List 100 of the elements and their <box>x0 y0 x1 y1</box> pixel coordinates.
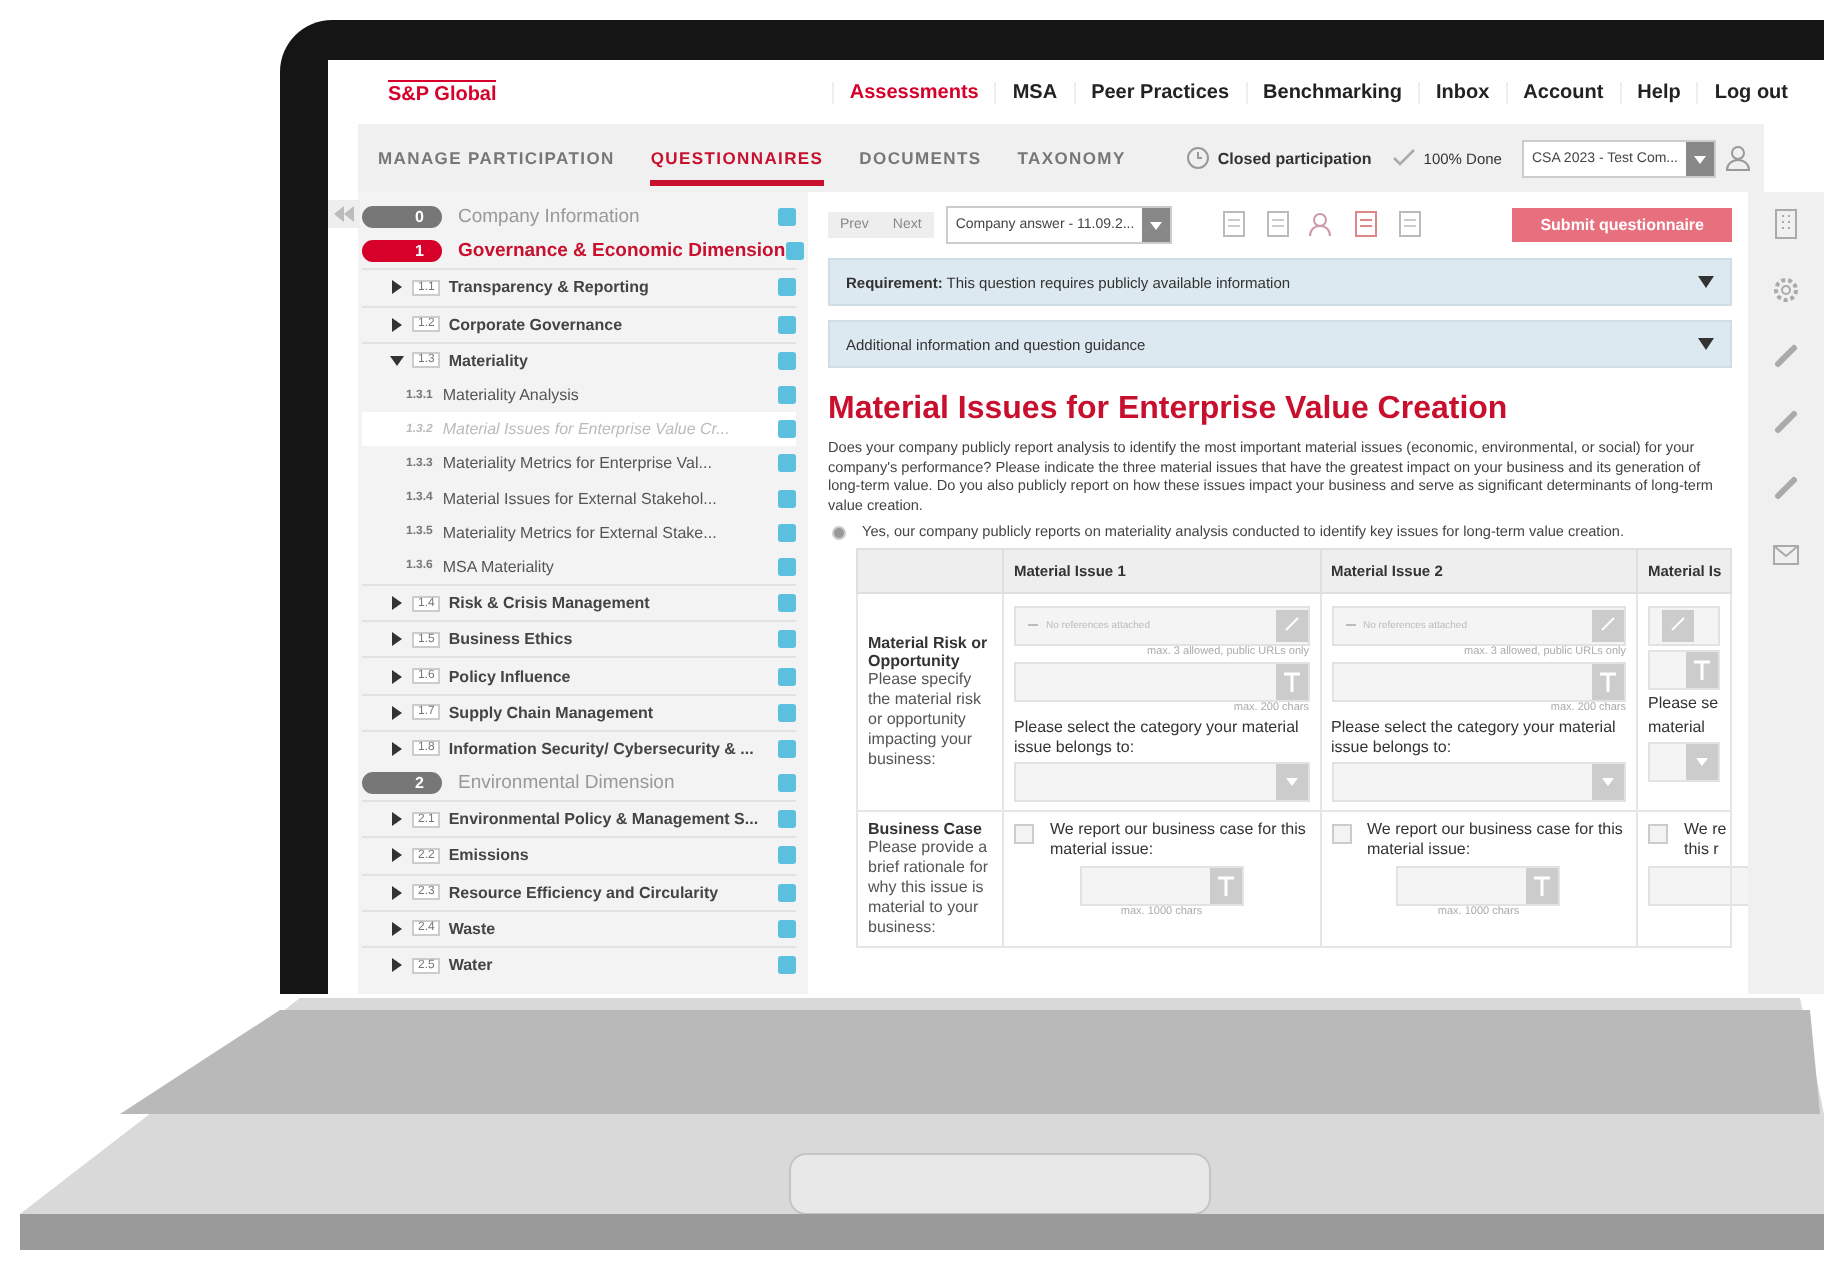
collapsed-triangle-icon <box>390 317 404 332</box>
status-square-icon <box>778 956 796 975</box>
collapse-icon[interactable] <box>334 206 354 222</box>
edit-document-icon[interactable] <box>1220 210 1249 238</box>
company-logo[interactable]: S&P Global <box>388 79 497 105</box>
category-select[interactable] <box>1648 741 1720 781</box>
dropdown-caret-icon <box>1686 743 1718 779</box>
tab[interactable]: TAXONOMY <box>1017 130 1126 186</box>
dimension-number-badge[interactable]: 0 <box>362 206 442 229</box>
status-square-icon <box>778 315 796 334</box>
tab[interactable]: QUESTIONNAIRES <box>650 130 824 186</box>
status-square-icon <box>778 351 796 370</box>
text-field[interactable] <box>1648 649 1720 689</box>
status-square-icon <box>778 667 796 686</box>
nav-link[interactable]: Log out <box>1696 81 1804 103</box>
radio-button[interactable] <box>832 526 846 540</box>
expand-caret-icon <box>1698 338 1714 350</box>
status-square-icon <box>778 919 796 938</box>
reference-field[interactable] <box>1648 605 1720 645</box>
text-field[interactable] <box>1014 661 1309 701</box>
expand-caret-icon <box>1698 276 1714 288</box>
dropdown-caret-icon <box>1686 141 1714 175</box>
row-title: Business Case <box>868 819 984 837</box>
field-label: material <box>1648 717 1707 737</box>
nav-link[interactable]: Peer Practices <box>1073 81 1246 103</box>
text-format-icon[interactable] <box>1686 651 1718 687</box>
export-document-icon[interactable] <box>1264 210 1293 238</box>
check-icon <box>1391 146 1416 170</box>
row-description: Please provide a brief rationale for why this issue is material to your business: <box>868 837 991 937</box>
text-format-icon[interactable] <box>1275 663 1307 699</box>
text-format-icon[interactable] <box>1209 867 1242 903</box>
text-format-icon[interactable] <box>1592 663 1624 699</box>
settings-icon[interactable] <box>1770 274 1802 306</box>
status-square-icon <box>778 703 796 722</box>
checkbox-label: this r <box>1684 839 1721 859</box>
category-select[interactable] <box>1014 761 1309 801</box>
checkbox[interactable] <box>1331 823 1351 843</box>
row-description: Please specify the material risk or opportunity impacting your business: <box>868 669 983 769</box>
expanded-triangle-icon <box>390 353 404 368</box>
dimension-number-badge[interactable]: 2 <box>362 772 442 795</box>
collapsed-triangle-icon <box>390 632 404 647</box>
collapsed-triangle-icon <box>390 596 404 611</box>
collapsed-triangle-icon <box>390 848 404 863</box>
question-title: Material Issues for Enterprise Value Creation <box>828 392 1510 428</box>
status-square-icon <box>778 278 796 297</box>
nav-link[interactable]: Help <box>1619 81 1697 103</box>
dimension-item[interactable]: Governance & Economic Dimension <box>458 240 786 263</box>
checkbox[interactable] <box>1014 823 1034 843</box>
document-icon[interactable] <box>1396 210 1425 238</box>
collapsed-triangle-icon <box>390 705 404 720</box>
collapsed-triangle-icon <box>390 921 404 936</box>
user-icon[interactable] <box>1724 144 1752 172</box>
participation-status: Closed participation <box>1217 149 1372 167</box>
status-square-icon <box>778 594 796 613</box>
nav-link[interactable]: Inbox <box>1418 81 1506 103</box>
checkbox-label: We re <box>1684 819 1727 839</box>
collapsed-triangle-icon <box>390 812 404 827</box>
building-icon[interactable] <box>1770 208 1802 240</box>
status-square-icon <box>778 420 796 439</box>
clock-icon <box>1185 146 1210 170</box>
nav-link[interactable]: Benchmarking <box>1245 81 1418 103</box>
text-field[interactable] <box>1331 661 1626 701</box>
collapsed-triangle-icon <box>390 741 404 756</box>
status-square-icon <box>778 208 796 227</box>
status-square-icon <box>778 883 796 902</box>
collapsed-triangle-icon <box>390 280 404 295</box>
text-field[interactable] <box>1396 865 1561 905</box>
status-square-icon <box>778 386 796 405</box>
status-square-icon <box>778 454 796 473</box>
collapsed-triangle-icon <box>390 669 404 684</box>
collapsed-triangle-icon <box>390 958 404 973</box>
nav-link[interactable]: Account <box>1505 81 1620 103</box>
dimension-number-badge[interactable]: 1 <box>362 240 442 263</box>
status-square-icon <box>785 242 804 261</box>
status-square-icon <box>778 739 796 758</box>
dropdown-caret-icon <box>1592 763 1624 799</box>
tab[interactable]: MANAGE PARTICIPATION <box>378 130 615 186</box>
checkbox-label: We report our business case for this material issue: <box>1050 819 1308 859</box>
field-label: Please select the category your material issue belongs to: <box>1014 717 1301 757</box>
field-label: Please select the category your material issue belongs to: <box>1331 717 1618 757</box>
checkbox[interactable] <box>1648 823 1668 843</box>
row-title: Material Risk or Opportunity <box>868 633 990 669</box>
text-format-icon[interactable] <box>1526 867 1559 903</box>
status-square-icon <box>778 774 796 793</box>
status-square-icon <box>778 846 796 865</box>
pdf-icon[interactable] <box>1352 210 1381 238</box>
status-square-icon <box>778 523 796 542</box>
status-square-icon <box>778 489 796 508</box>
status-square-icon <box>778 810 796 829</box>
tab[interactable]: DOCUMENTS <box>859 130 982 186</box>
nav-link[interactable]: MSA <box>994 81 1074 103</box>
checkbox-label: We report our business case for this material issue: <box>1367 819 1625 859</box>
nav-link[interactable]: Assessments <box>831 81 995 103</box>
text-field[interactable] <box>1079 865 1244 905</box>
status-square-icon <box>778 630 796 649</box>
dropdown-caret-icon <box>1142 207 1171 241</box>
dropdown-caret-icon <box>1275 763 1307 799</box>
status-square-icon <box>778 557 796 576</box>
collapsed-triangle-icon <box>390 885 404 900</box>
category-select[interactable] <box>1331 761 1626 801</box>
